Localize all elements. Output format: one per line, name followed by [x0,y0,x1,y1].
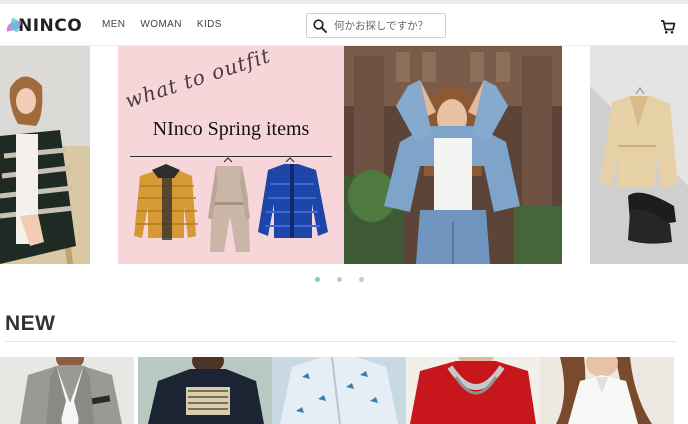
search-icon[interactable] [313,18,327,33]
carousel-pagination [315,277,364,282]
slide-photo-woman-denim [344,46,562,264]
product-card-5[interactable] [540,357,674,424]
product-image-red-top [406,357,540,424]
logo-mark-icon [4,16,24,36]
search-box[interactable] [306,13,446,38]
nav-kids[interactable]: KIDS [197,19,222,30]
product-card-4[interactable] [406,357,540,424]
new-products-row [0,357,688,424]
puffer-jacket-blue-image [258,157,328,238]
carousel-dot-2[interactable] [337,277,342,282]
slide-photo-woman-poncho [0,46,90,264]
carousel-slide-prev[interactable] [0,46,90,264]
banner-items-illustration [134,157,328,252]
trench-dress-image [208,157,250,252]
puffer-jacket-gold-image [134,164,198,240]
new-section-title: NEW [5,312,56,335]
carousel-slide-right[interactable] [590,46,688,264]
site-logo[interactable]: NINCO [4,14,82,38]
site-header: NINCO MEN WOMAN KIDS [0,4,688,46]
carousel-slide-featured[interactable]: what to outfit NInco Spring items [118,46,344,264]
carousel-dot-3[interactable] [359,277,364,282]
nav-woman[interactable]: WOMAN [140,19,181,30]
section-divider [5,341,677,342]
hero-carousel[interactable]: what to outfit NInco Spring items [0,46,688,282]
product-card-1[interactable] [0,357,134,424]
product-image-white-blouse [540,357,674,424]
carousel-slide-next[interactable] [344,46,562,264]
cart-icon[interactable] [660,19,676,35]
search-input[interactable] [334,19,439,32]
logo-text: NINCO [18,16,83,36]
nav-men[interactable]: MEN [102,19,125,30]
carousel-dot-1[interactable] [315,277,320,282]
slide-photo-jacket-shoes [590,46,688,264]
product-card-3[interactable] [272,357,406,424]
product-card-2[interactable] [138,357,272,424]
product-image-print-shirt [272,357,406,424]
product-image-gray-blazer [0,357,134,424]
product-image-navy-shirt [138,357,272,424]
main-nav: MEN WOMAN KIDS [102,19,222,30]
